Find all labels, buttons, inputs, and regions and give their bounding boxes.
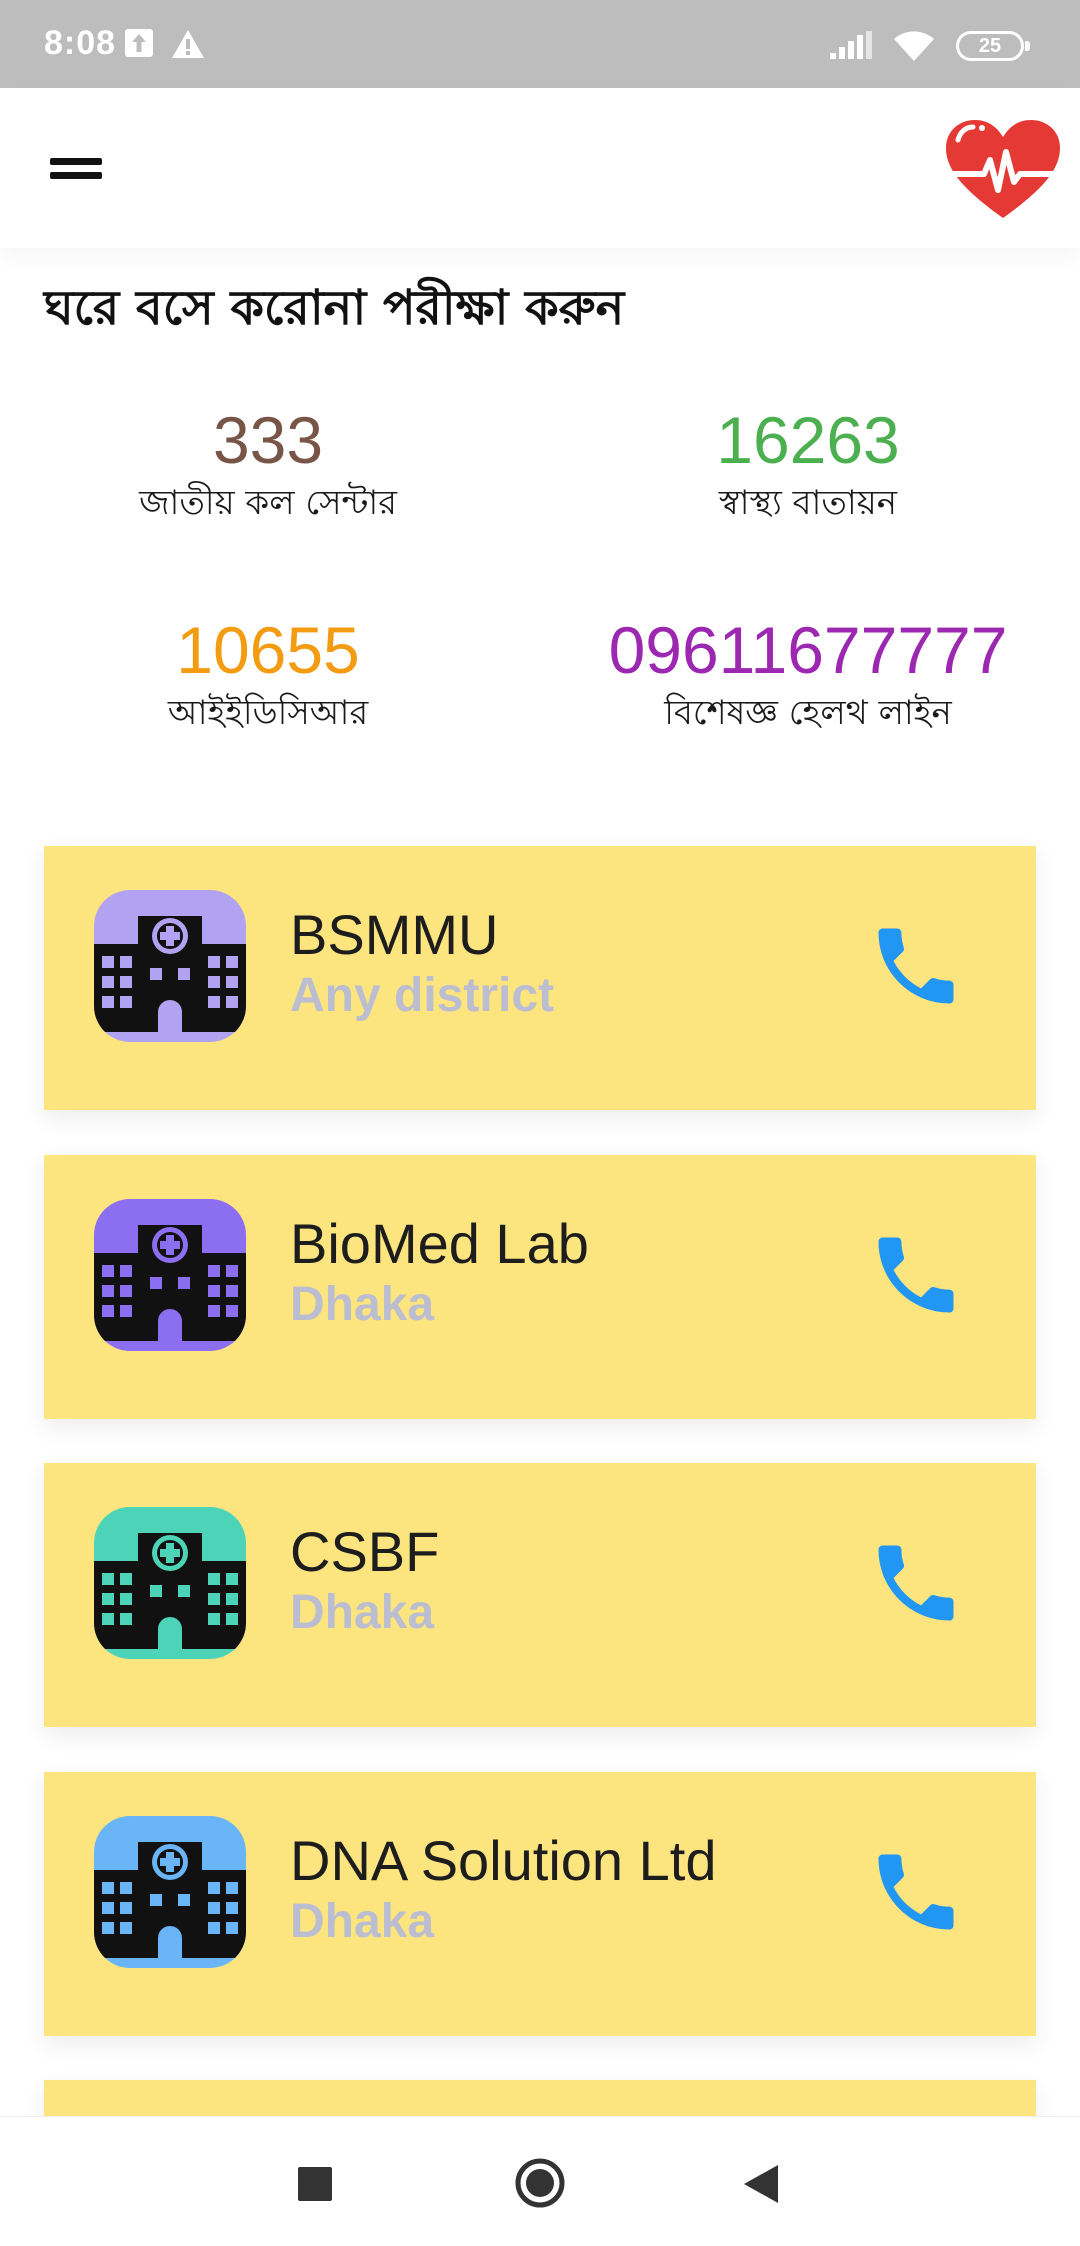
hospital-icon: [94, 1816, 246, 1968]
battery-indicator: 25: [956, 31, 1030, 61]
hotline-label: বিশেষজ্ঞ হেলথ লাইন: [664, 693, 952, 733]
warning-icon: [172, 30, 204, 58]
lab-card-bsmmu[interactable]: BSMMU Any district: [44, 846, 1036, 1110]
hotline-health-portal[interactable]: 16263 স্বাস্থ্য বাতায়ন: [548, 400, 1068, 526]
lab-name: CSBF: [290, 1520, 440, 1583]
home-icon[interactable]: [514, 2157, 566, 2209]
lab-card-dna-solution[interactable]: DNA Solution Ltd Dhaka: [44, 1772, 1036, 2036]
lab-district: Dhaka: [290, 1895, 435, 1948]
wifi-icon: [894, 31, 934, 61]
hotline-label: স্বাস্থ্য বাতায়ন: [718, 483, 898, 523]
lab-district: Any district: [290, 969, 555, 1022]
hotline-number: 333: [212, 403, 324, 477]
app-bar: [0, 88, 1080, 248]
upload-icon: [125, 29, 153, 57]
hotline-iedcr[interactable]: 10655 আইইডিসিআর: [8, 610, 528, 736]
lab-name: BioMed Lab: [290, 1212, 589, 1275]
lab-card-csbf[interactable]: CSBF Dhaka: [44, 1463, 1036, 1727]
lab-card-partial[interactable]: [44, 2080, 1036, 2120]
status-time: 8:08: [44, 24, 117, 62]
system-nav-bar: [0, 2116, 1080, 2246]
hamburger-menu-icon[interactable]: [40, 144, 120, 204]
phone-call-icon[interactable]: [866, 1533, 966, 1633]
phone-call-icon[interactable]: [866, 1225, 966, 1325]
hotline-number: 09611677777: [608, 613, 1008, 687]
hotline-number: 16263: [716, 403, 900, 477]
status-bar: 8:08 25: [0, 0, 1080, 88]
hospital-icon: [94, 1199, 246, 1351]
status-right: 25: [830, 26, 1030, 66]
back-icon[interactable]: [744, 2165, 778, 2203]
lab-district: Dhaka: [290, 1278, 435, 1331]
phone-call-icon[interactable]: [866, 916, 966, 1016]
hotline-label: জাতীয় কল সেন্টার: [139, 483, 397, 523]
lab-name: DNA Solution Ltd: [290, 1829, 717, 1892]
hotline-specialist-health-line[interactable]: 09611677777 বিশেষজ্ঞ হেলথ লাইন: [548, 610, 1068, 736]
signal-icon: [830, 31, 872, 59]
hotline-national-call-center[interactable]: 333 জাতীয় কল সেন্টার: [8, 400, 528, 526]
lab-district: Dhaka: [290, 1586, 435, 1639]
hospital-icon: [94, 1507, 246, 1659]
hospital-icon: [94, 890, 246, 1042]
hotline-number: 10655: [176, 613, 360, 687]
page-title: ঘরে বসে করোনা পরীক্ষা করুন: [44, 280, 625, 336]
hotline-label: আইইডিসিআর: [167, 693, 369, 733]
phone-call-icon[interactable]: [866, 1842, 966, 1942]
heart-pulse-logo-icon: [946, 120, 1060, 218]
lab-card-biomed-lab[interactable]: BioMed Lab Dhaka: [44, 1155, 1036, 1419]
lab-name: BSMMU: [290, 903, 499, 966]
recent-apps-icon[interactable]: [298, 2167, 332, 2201]
